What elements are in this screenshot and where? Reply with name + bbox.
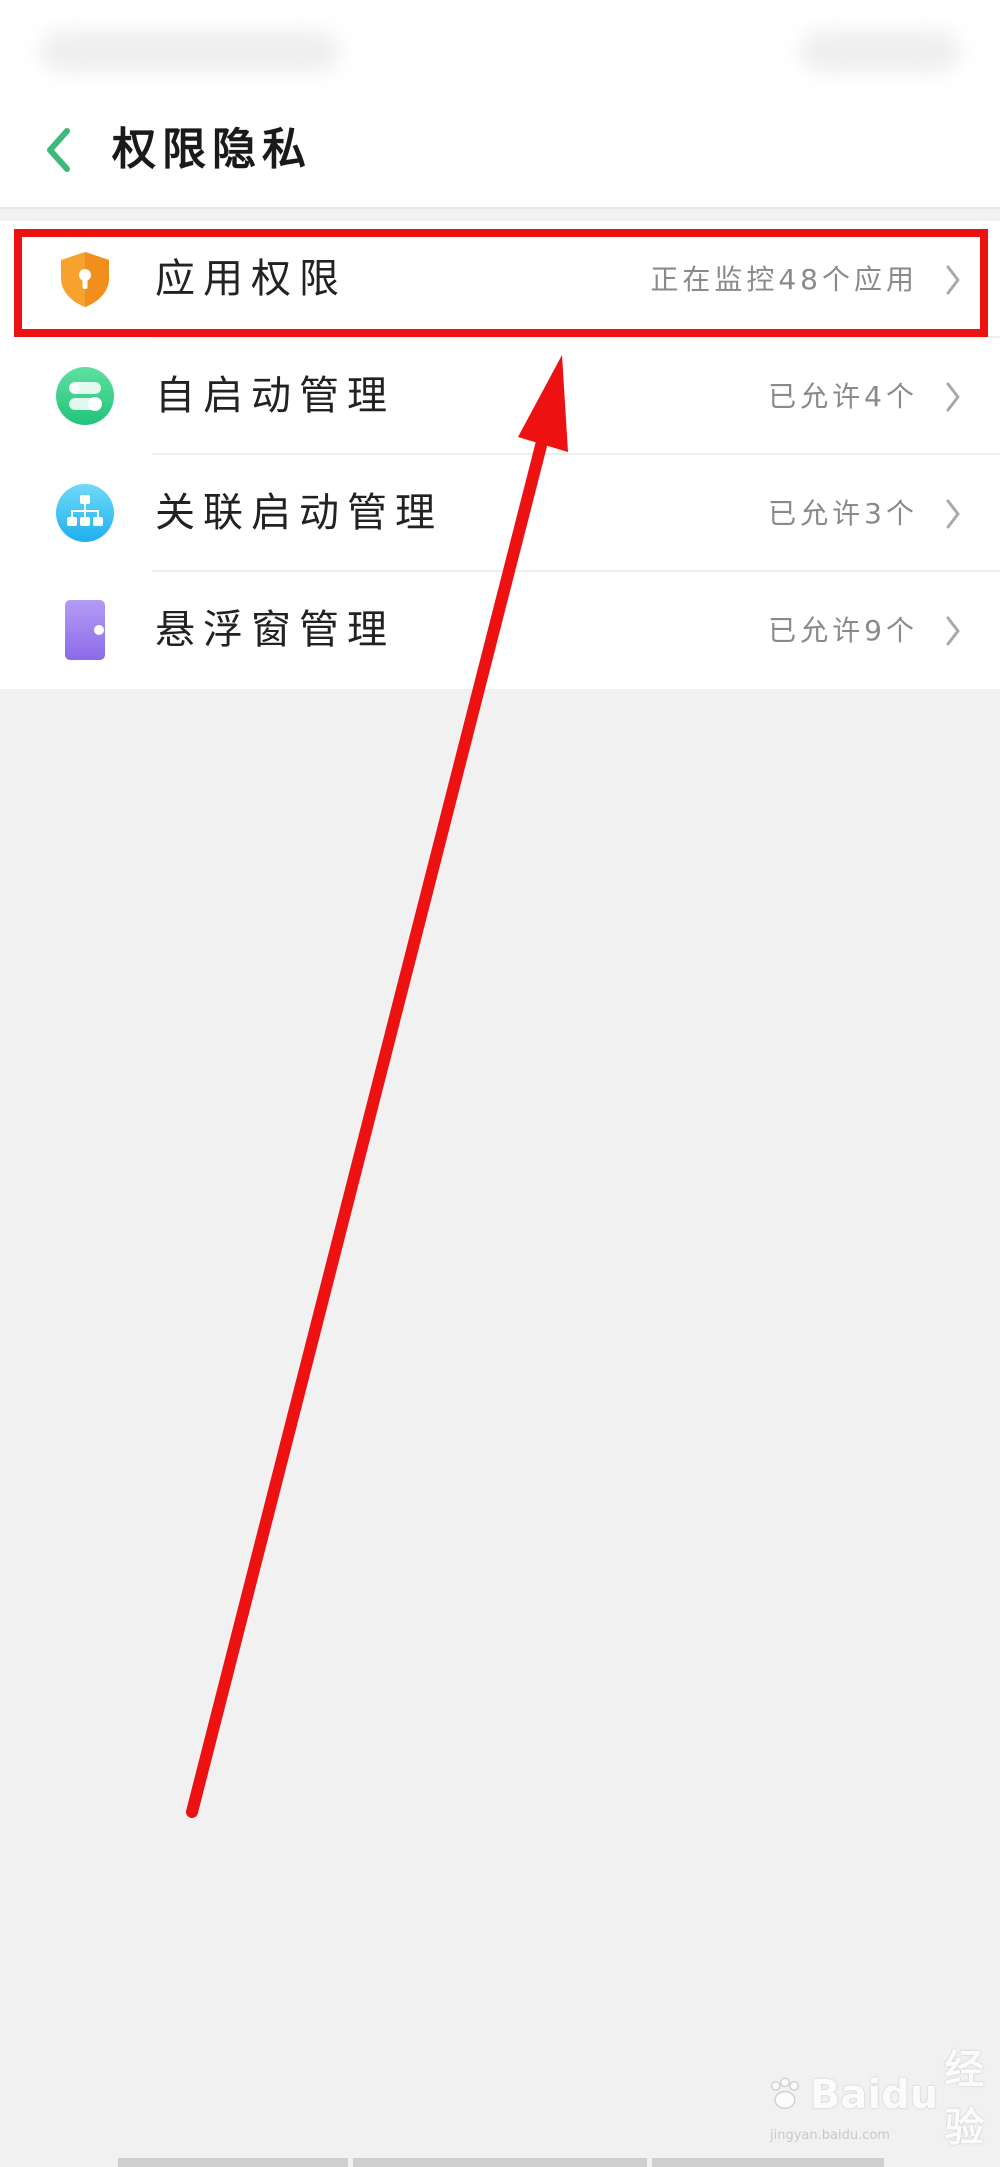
chevron-right-icon (946, 382, 960, 412)
bottom-tab-indicator (652, 2158, 884, 2167)
network-tree-icon (56, 484, 114, 542)
status-bar (0, 0, 1000, 95)
watermark-brand-cn: 经验 (944, 2047, 985, 2151)
chevron-left-icon (47, 128, 70, 172)
baidu-watermark: Baidu 经验 (766, 2047, 1000, 2151)
list-item-label: 自启动管理 (155, 373, 395, 419)
watermark-url: jingyan.baidu.com (770, 2128, 890, 2143)
status-bar-right-blurred (800, 30, 960, 72)
watermark-brand: Baidu (809, 2072, 939, 2118)
back-button[interactable] (36, 115, 80, 185)
list-item-status: 已允许9个 (768, 614, 918, 647)
bottom-tab-indicator (118, 2158, 348, 2167)
chevron-right-icon (946, 616, 960, 646)
list-item-status: 已允许4个 (768, 380, 918, 413)
floating-window-icon (65, 600, 105, 660)
chevron-right-icon (946, 265, 960, 295)
list-item-associated-start[interactable]: 关联启动管理 已允许3个 (0, 455, 1000, 572)
list-item-label: 悬浮窗管理 (155, 607, 395, 653)
toggle-switch-icon (56, 367, 114, 425)
list-item-status: 正在监控48个应用 (650, 263, 918, 296)
header-bar: 权限隐私 (0, 95, 1000, 209)
list-item-app-permissions[interactable]: 应用权限 正在监控48个应用 (0, 221, 1000, 338)
list-item-label: 关联启动管理 (155, 490, 443, 536)
list-item-status: 已允许3个 (768, 497, 918, 530)
shield-lock-icon (61, 252, 109, 307)
list-item-floating-window[interactable]: 悬浮窗管理 已允许9个 (0, 572, 1000, 689)
paw-logo-icon (770, 2077, 799, 2110)
list-item-label: 应用权限 (155, 256, 347, 302)
status-bar-left-blurred (40, 30, 340, 72)
chevron-right-icon (946, 499, 960, 529)
page-title: 权限隐私 (112, 124, 312, 175)
settings-list: 应用权限 正在监控48个应用 自启动管理 已允许4个 关联启动管理 已允许3个 … (0, 221, 1000, 689)
bottom-tab-indicator (353, 2158, 647, 2167)
list-item-auto-start[interactable]: 自启动管理 已允许4个 (0, 338, 1000, 455)
